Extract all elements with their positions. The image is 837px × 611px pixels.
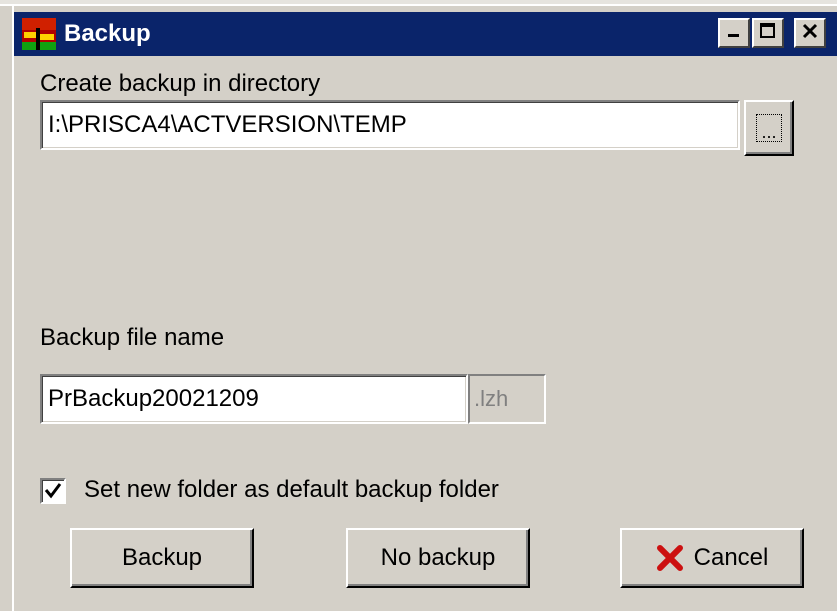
app-icon [22,18,56,50]
window-title: Backup [64,20,151,47]
extension-value: .lzh [474,386,509,411]
browse-button[interactable]: ... [744,100,794,156]
extension-field: .lzh [468,374,546,424]
red-x-icon [656,544,684,572]
window-frame-top [0,0,837,6]
filename-label: Backup file name [40,324,225,351]
filename-input[interactable]: PrBackup20021209 [40,374,468,424]
no-backup-button[interactable]: No backup [346,528,530,588]
backup-button-label: Backup [121,544,203,571]
close-button[interactable] [794,18,826,48]
directory-input[interactable]: I:\PRISCA4\ACTVERSION\TEMP [40,100,740,150]
directory-label: Create backup in directory [40,70,321,97]
filename-value: PrBackup20021209 [48,385,259,412]
cancel-button[interactable]: Cancel [620,528,804,588]
backup-button[interactable]: Backup [70,528,254,588]
no-backup-button-label: No backup [380,544,496,571]
default-folder-checkbox[interactable] [40,478,66,504]
close-icon [801,22,819,45]
browse-button-label: ... [756,114,782,142]
directory-value: I:\PRISCA4\ACTVERSION\TEMP [48,111,407,138]
maximize-button[interactable] [752,18,784,48]
default-folder-label[interactable]: Set new folder as default backup folder [84,476,499,504]
window-frame-left [0,0,14,611]
maximize-icon [759,22,777,45]
minimize-button[interactable] [718,18,750,48]
minimize-icon [726,23,742,44]
title-bar[interactable]: Backup [14,12,837,56]
cancel-button-label: Cancel [693,544,769,571]
